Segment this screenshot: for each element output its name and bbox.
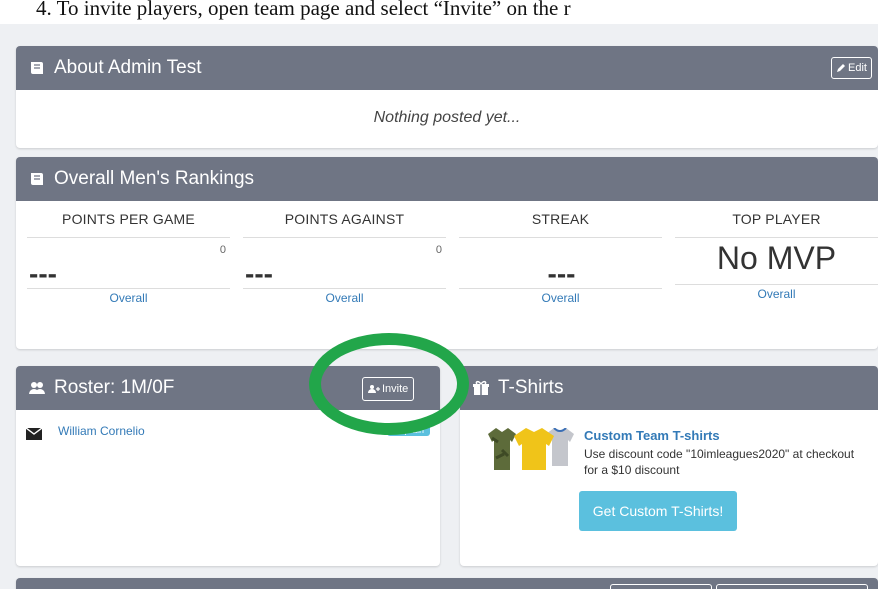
stat-value: ---: [29, 258, 57, 289]
tshirts-promo-title[interactable]: Custom Team T-shirts: [584, 428, 720, 443]
tshirts-image[interactable]: [488, 428, 584, 470]
stat-count: [459, 244, 662, 258]
about-header: About Admin Test Edit: [16, 46, 878, 90]
stat-overall-link[interactable]: Overall: [459, 288, 662, 305]
invite-button[interactable]: Invite: [362, 377, 415, 401]
roster-header: Roster: 1M/0F Invite: [16, 366, 440, 410]
book-icon: [31, 173, 43, 185]
stat-label: STREAK: [459, 201, 662, 238]
add-user-icon: [368, 385, 380, 393]
stat-count: 0: [435, 244, 442, 256]
edit-label: Edit: [848, 62, 867, 74]
rankings-body: POINTS PER GAME 0 --- Overall POINTS AGA…: [16, 201, 878, 349]
stat-label: TOP PLAYER: [675, 201, 878, 238]
about-body: Nothing posted yet...: [373, 109, 521, 126]
stat-value: ---: [547, 258, 576, 289]
stat-overall-link[interactable]: Overall: [675, 284, 878, 301]
captain-badge: Captain: [386, 424, 430, 436]
invite-label: Invite: [382, 383, 409, 395]
tshirts-promo-desc: Use discount code "10imleagues2020" at c…: [584, 447, 855, 477]
stat-value: No MVP: [716, 240, 837, 276]
stat-count: 0: [219, 244, 226, 256]
stat-label: POINTS AGAINST: [243, 201, 446, 238]
tshirts-panel: T-Shirts Custom Team T-shirts Use discou…: [460, 366, 878, 566]
roster-title: Roster: 1M/0F: [54, 377, 175, 398]
team-page: About Admin Test Edit Nothing posted yet…: [0, 24, 878, 589]
tshirts-body: Custom Team T-shirts Use discount code "…: [460, 410, 878, 566]
panel-button[interactable]: [716, 584, 868, 589]
stat-value: ---: [245, 258, 273, 289]
pencil-icon: [837, 64, 846, 72]
stat-overall-link[interactable]: Overall: [243, 288, 446, 305]
roster-member-name[interactable]: William Cornelio: [58, 424, 145, 438]
tshirts-title: T-Shirts: [498, 377, 564, 398]
roster-row: William Cornelio Captain: [16, 410, 440, 440]
envelope-icon[interactable]: [26, 428, 42, 440]
stat-streak: STREAK --- Overall: [459, 201, 662, 305]
about-title: About Admin Test: [54, 57, 202, 78]
panel-button[interactable]: [610, 584, 712, 589]
document-caption: 4. To invite players, open team page and…: [0, 0, 878, 24]
about-panel: About Admin Test Edit Nothing posted yet…: [16, 46, 878, 148]
edit-button[interactable]: Edit: [831, 57, 872, 79]
roster-panel: Roster: 1M/0F Invite William Cornelio Ca…: [16, 366, 440, 566]
tshirts-header: T-Shirts: [460, 366, 878, 410]
gift-icon: [473, 380, 489, 395]
stat-top-player: TOP PLAYER No MVP Overall: [675, 201, 878, 301]
rankings-header: Overall Men's Rankings: [16, 157, 878, 201]
stat-points-against: POINTS AGAINST 0 --- Overall: [243, 201, 446, 305]
stat-label: POINTS PER GAME: [27, 201, 230, 238]
stat-points-per-game: POINTS PER GAME 0 --- Overall: [27, 201, 230, 305]
stat-overall-link[interactable]: Overall: [27, 288, 230, 305]
users-icon: [29, 382, 45, 394]
get-custom-tshirts-button[interactable]: Get Custom T-Shirts!: [579, 491, 737, 531]
rankings-title: Overall Men's Rankings: [54, 168, 255, 189]
next-panel: [16, 578, 878, 589]
book-icon: [31, 62, 43, 74]
rankings-panel: Overall Men's Rankings POINTS PER GAME 0…: [16, 157, 878, 349]
